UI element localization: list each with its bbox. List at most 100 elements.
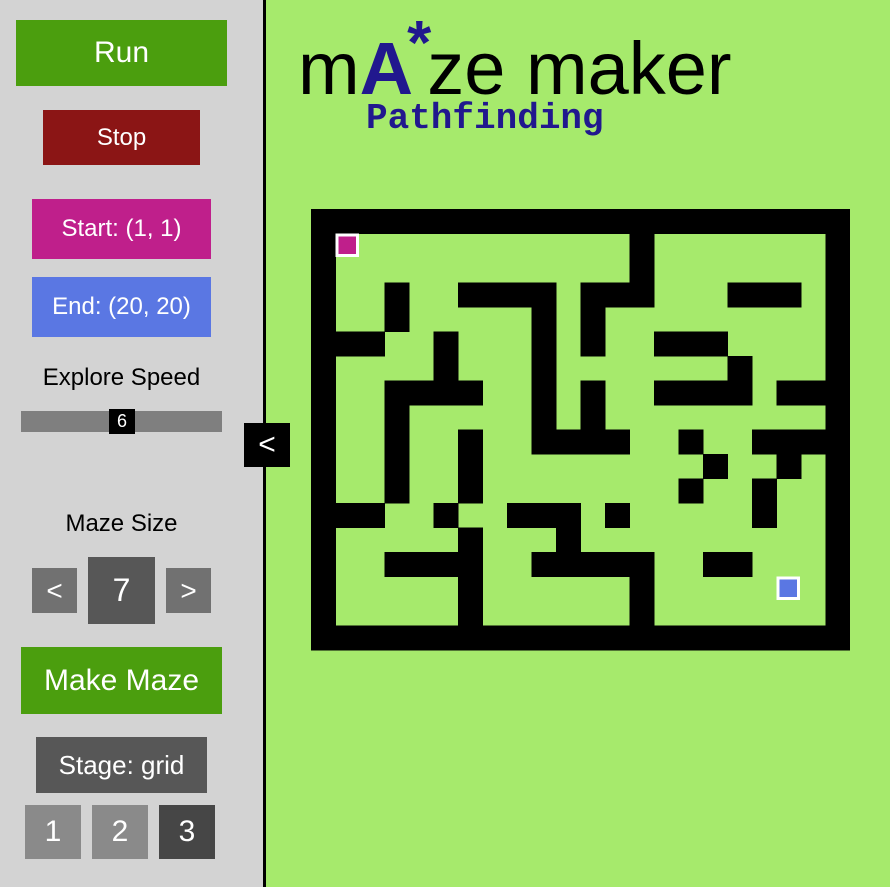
maze-wall-cell: [458, 209, 483, 234]
maze-wall-cell: [482, 625, 508, 651]
maze-wall-cell: [360, 209, 385, 234]
maze-wall-cell: [801, 209, 826, 234]
maze-wall-cell: [531, 552, 557, 577]
start-marker[interactable]: [335, 233, 359, 257]
maze-wall-cell: [311, 233, 336, 259]
maze-wall-cell: [458, 576, 483, 602]
maze-wall-cell: [531, 503, 557, 528]
end-position-button[interactable]: End: (20, 20): [32, 277, 211, 337]
page-subtitle: Pathfinding: [366, 98, 604, 139]
maze-wall-cell: [311, 405, 336, 430]
maze-wall-cell: [384, 429, 410, 455]
maze-wall-cell: [776, 625, 802, 651]
title-rest: ze maker: [427, 27, 731, 102]
maze-wall-cell: [311, 331, 336, 357]
end-marker[interactable]: [776, 576, 800, 600]
maze-wall-cell: [409, 552, 434, 577]
maze-wall-cell: [458, 429, 483, 455]
collapse-sidebar-button[interactable]: <: [244, 423, 290, 467]
maze-wall-cell: [605, 429, 630, 455]
maze-size-increase-button[interactable]: >: [166, 568, 211, 613]
stage-1-button[interactable]: 1: [25, 805, 81, 859]
start-position-button[interactable]: Start: (1, 1): [32, 199, 211, 259]
maze-wall-cell: [727, 625, 753, 651]
maze-wall-cell: [384, 454, 410, 479]
maze-wall-cell: [825, 552, 850, 577]
maze-wall-cell: [580, 380, 606, 406]
maze-wall-cell: [433, 380, 459, 406]
maze-wall-cell: [825, 307, 850, 332]
maze-wall-cell: [458, 282, 483, 308]
maze-wall-cell: [433, 503, 459, 528]
maze-wall-cell: [605, 552, 630, 577]
maze-wall-cell: [825, 405, 850, 430]
maze-wall-cell: [433, 552, 459, 577]
maze-wall-cell: [776, 209, 802, 234]
maze-wall-cell: [311, 478, 336, 504]
stage-2-button[interactable]: 2: [92, 805, 148, 859]
maze-size-decrease-button[interactable]: <: [32, 568, 77, 613]
maze-wall-cell: [825, 356, 850, 381]
maze-wall-cell: [825, 601, 850, 626]
maze-wall-cell: [678, 380, 704, 406]
maze-wall-cell: [727, 356, 753, 381]
maze-wall-cell: [727, 282, 753, 308]
make-maze-button[interactable]: Make Maze: [21, 647, 222, 714]
maze-wall-cell: [458, 380, 483, 406]
maze-grid[interactable]: [311, 209, 850, 748]
maze-wall-cell: [458, 527, 483, 553]
maze-wall-cell: [776, 380, 802, 406]
maze-wall-cell: [580, 331, 606, 357]
stage-button[interactable]: Stage: grid: [36, 737, 207, 793]
explore-speed-slider[interactable]: 6: [21, 409, 222, 434]
maze-wall-cell: [531, 307, 557, 332]
maze-wall-cell: [580, 307, 606, 332]
maze-wall-cell: [801, 429, 826, 455]
maze-wall-cell: [654, 209, 679, 234]
maze-wall-cell: [311, 356, 336, 381]
stage-3-button[interactable]: 3: [159, 805, 215, 859]
maze-wall-cell: [629, 576, 655, 602]
maze-size-label: Maze Size: [65, 510, 178, 537]
maze-size-value: 7: [88, 557, 155, 624]
app-title: mA*ze maker: [298, 12, 732, 102]
maze-wall-cell: [531, 356, 557, 381]
maze-wall-cell: [531, 405, 557, 430]
maze-wall-cell: [752, 282, 777, 308]
maze-wall-cell: [384, 282, 410, 308]
maze-wall-cell: [825, 625, 850, 651]
maze-wall-cell: [752, 429, 777, 455]
maze-wall-cell: [605, 503, 630, 528]
maze-wall-cell: [776, 454, 802, 479]
maze-wall-cell: [825, 233, 850, 259]
maze-wall-cell: [531, 625, 557, 651]
explore-speed-label: Explore Speed: [42, 364, 201, 391]
run-button[interactable]: Run: [16, 20, 227, 86]
maze-wall-cell: [580, 282, 606, 308]
stop-button[interactable]: Stop: [43, 110, 200, 165]
maze-wall-cell: [654, 380, 679, 406]
maze-wall-cell: [531, 331, 557, 357]
maze-wall-cell: [825, 503, 850, 528]
maze-wall-cell: [335, 209, 361, 234]
maze-wall-cell: [556, 209, 581, 234]
maze-wall-cell: [311, 209, 336, 234]
maze-wall-cell: [678, 625, 704, 651]
maze-wall-cell: [384, 405, 410, 430]
explore-speed-thumb[interactable]: 6: [109, 409, 135, 434]
maze-wall-cell: [507, 209, 532, 234]
maze-wall-cell: [433, 209, 459, 234]
maze-wall-cell: [605, 209, 630, 234]
maze-wall-cell: [825, 478, 850, 504]
maze-wall-cell: [825, 282, 850, 308]
maze-wall-cell: [556, 552, 581, 577]
maze-wall-cell: [458, 478, 483, 504]
maze-wall-cell: [825, 380, 850, 406]
maze-wall-cell: [654, 625, 679, 651]
maze-wall-cell: [556, 429, 581, 455]
maze-wall-cell: [311, 380, 336, 406]
maze-wall-cell: [629, 209, 655, 234]
maze-wall-cell: [825, 454, 850, 479]
maze-wall-cell: [727, 209, 753, 234]
maze-wall-cell: [311, 601, 336, 626]
